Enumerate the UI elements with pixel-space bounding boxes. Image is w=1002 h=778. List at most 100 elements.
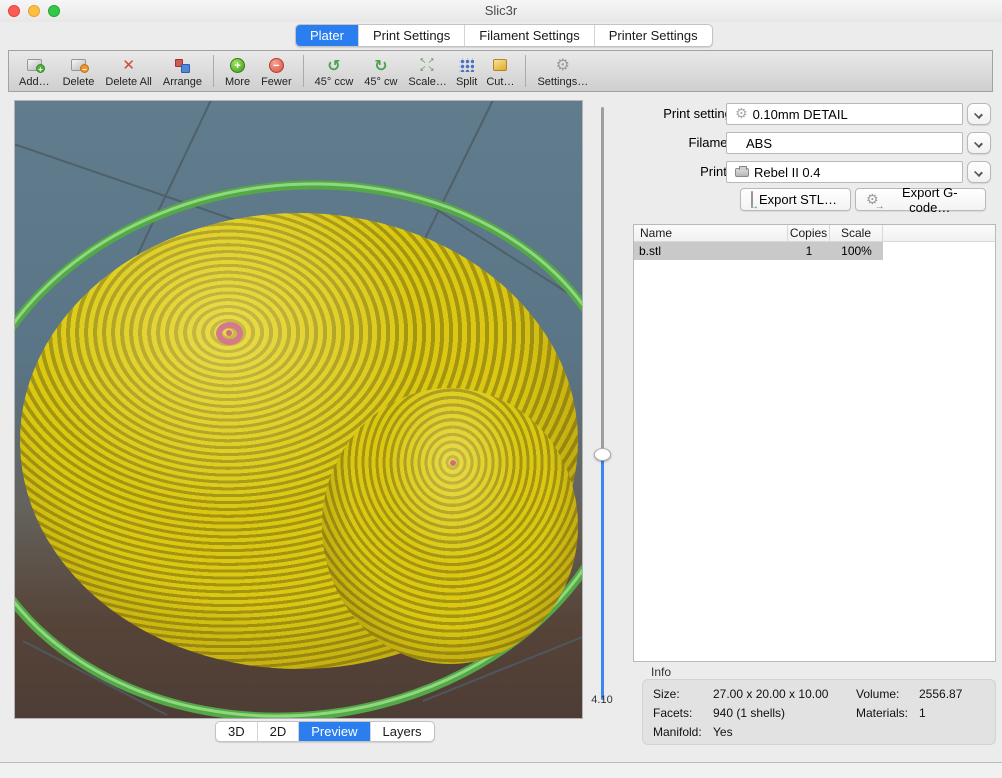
filament-select[interactable]: ABS [726,132,963,154]
cube-export-icon: → [751,192,753,207]
table-row-bstl[interactable]: b.stl 1 100% [634,242,883,260]
info-box: Size: 27.00 x 20.00 x 10.00 Volume: 2556… [642,679,996,745]
gear-icon: ⚙ [735,107,748,121]
column-header-copies[interactable]: Copies [788,225,830,241]
print-settings-value: 0.10mm DETAIL [753,107,848,122]
large-dome-center-dot [226,330,232,336]
3d-preview-canvas[interactable] [14,100,583,719]
delete-label: Delete [63,76,95,88]
arrange-label: Arrange [163,76,202,88]
split-label: Split [456,76,477,88]
gold-cube-icon [493,55,507,75]
chevron-down-icon [974,110,983,119]
settings-button[interactable]: ⚙ Settings… [537,52,588,88]
tab-print-settings[interactable]: Print Settings [359,25,465,46]
toolbar-separator [213,55,214,87]
small-dome-center-dot [450,460,456,466]
volume-label: Volume: [856,687,899,701]
tab-plater[interactable]: Plater [296,25,359,46]
cube-plus-icon: + [27,55,42,75]
scale-label: Scale… [408,76,447,88]
green-plus-circle-icon: + [230,55,245,75]
export-stl-label: Export STL… [759,192,837,207]
export-stl-button[interactable]: → Export STL… [740,188,851,211]
manifold-value: Yes [713,725,733,739]
tab-printer-settings[interactable]: Printer Settings [595,25,712,46]
printer-dropdown-button[interactable] [967,161,991,183]
cell-scale: 100% [830,244,883,258]
gear-export-icon: ⚙→ [866,192,879,207]
cut-label: Cut… [486,76,514,88]
cell-name: b.stl [634,244,788,258]
rotate-cw-button[interactable]: ↻ 45° cw [364,52,397,88]
window-title: Slic3r [0,3,1002,18]
red-minus-circle-icon: − [269,55,284,75]
scale-button[interactable]: ↖↗↙↘ Scale… [408,52,447,88]
tab-preview[interactable]: Preview [299,722,370,741]
export-gcode-label: Export G-code… [885,185,975,215]
settings-label: Settings… [537,76,588,88]
print-settings-select[interactable]: ⚙ 0.10mm DETAIL [726,103,963,125]
cut-button[interactable]: Cut… [486,52,514,88]
rotate-ccw-label: 45° ccw [315,76,354,88]
printer-value: Rebel II 0.4 [754,165,821,180]
column-header-scale[interactable]: Scale [830,225,883,241]
delete-button[interactable]: − Delete [63,52,95,88]
add-button[interactable]: + Add… [19,52,50,88]
export-gcode-button[interactable]: ⚙→ Export G-code… [855,188,986,211]
split-button[interactable]: Split [456,52,477,88]
layer-slider-track[interactable] [601,107,604,700]
tab-layers[interactable]: Layers [371,722,434,741]
toolbar: + Add… − Delete ✕ Delete All Arrange + M… [8,50,993,92]
size-value: 27.00 x 20.00 x 10.00 [713,687,828,701]
facets-label: Facets: [653,706,692,720]
toolbar-separator [303,55,304,87]
manifold-label: Manifold: [653,725,702,739]
title-bar: Slic3r [0,0,1002,22]
cell-copies: 1 [788,244,830,258]
chevron-down-icon [974,139,983,148]
filament-dropdown-button[interactable] [967,132,991,154]
delete-all-button[interactable]: ✕ Delete All [105,52,151,88]
object-table-header: Name Copies Scale [634,225,995,242]
volume-value: 2556.87 [919,687,962,701]
size-label: Size: [653,687,680,701]
tab-3d[interactable]: 3D [216,722,258,741]
arrange-button[interactable]: Arrange [163,52,202,88]
rotate-ccw-button[interactable]: ↺ 45° ccw [315,52,354,88]
materials-label: Materials: [856,706,908,720]
view-tabs-segmented-control: 3D 2D Preview Layers [215,721,435,742]
materials-value: 1 [919,706,926,720]
gear-icon: ⚙ [556,55,570,75]
printer-select[interactable]: Rebel II 0.4 [726,161,963,183]
tab-2d[interactable]: 2D [258,722,300,741]
filament-value: ABS [746,136,772,151]
object-list-table[interactable]: Name Copies Scale b.stl 1 100% [633,224,996,662]
tab-filament-settings[interactable]: Filament Settings [465,25,594,46]
printed-object-small-dome[interactable] [322,388,578,664]
layer-slider-thumb[interactable] [594,448,611,461]
layer-slider-value: 4.10 [586,694,618,706]
delete-all-label: Delete All [105,76,151,88]
fewer-label: Fewer [261,76,292,88]
column-header-name[interactable]: Name [634,225,788,241]
fewer-button[interactable]: − Fewer [261,52,292,88]
main-tabs-segmented-control: Plater Print Settings Filament Settings … [295,24,713,47]
add-label: Add… [19,76,50,88]
rotate-ccw-icon: ↺ [327,55,340,75]
more-label: More [225,76,250,88]
chevron-down-icon [974,168,983,177]
more-button[interactable]: + More [225,52,250,88]
toolbar-separator [525,55,526,87]
cube-minus-icon: − [71,55,86,75]
scale-arrows-icon: ↖↗↙↘ [420,55,436,75]
slic3r-window: Slic3r Plater Print Settings Filament Se… [0,0,1002,778]
printer-icon [735,168,749,177]
rotate-cw-icon: ↻ [374,55,387,75]
facets-value: 940 (1 shells) [713,706,785,720]
status-bar [0,763,1002,778]
red-x-icon: ✕ [122,55,135,75]
stacked-cubes-icon [174,55,191,75]
print-settings-dropdown-button[interactable] [967,103,991,125]
info-section-title: Info [651,665,671,679]
